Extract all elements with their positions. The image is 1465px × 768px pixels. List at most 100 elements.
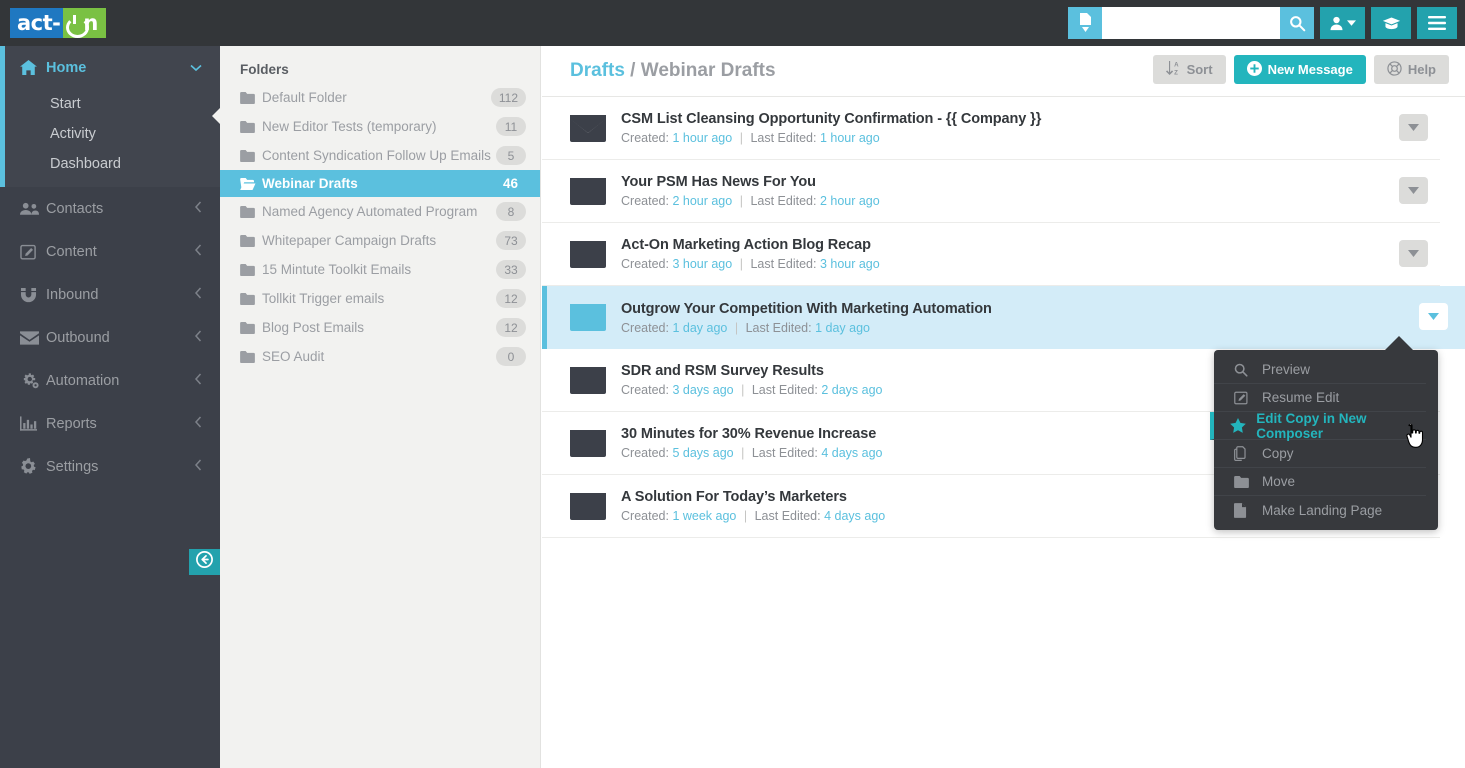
context-menu-item-move[interactable]: Move xyxy=(1214,468,1426,496)
sidebar-item-activity[interactable]: Activity xyxy=(5,119,220,149)
document-filter-icon[interactable] xyxy=(1068,7,1102,39)
sidebar-item-automation[interactable]: Automation xyxy=(0,359,220,402)
last-edited-label: Last Edited: xyxy=(754,509,821,523)
folder-count-badge: 12 xyxy=(496,318,526,337)
created-time: 1 hour ago xyxy=(672,131,733,145)
power-symbol-icon xyxy=(66,14,90,38)
sidebar-sub-label: Activity xyxy=(50,126,96,142)
context-menu-item-make-landing-page[interactable]: Make Landing Page xyxy=(1214,496,1426,524)
context-menu-item-resume-edit[interactable]: Resume Edit xyxy=(1214,384,1426,412)
context-menu-item-edit-copy-new-composer[interactable]: Edit Copy in New Composer xyxy=(1210,411,1426,441)
sidebar-sub-label: Dashboard xyxy=(50,156,121,172)
breadcrumb-root[interactable]: Drafts xyxy=(570,60,625,81)
message-row[interactable]: Your PSM Has News For You Created: 2 hou… xyxy=(542,160,1440,223)
sidebar-item-start[interactable]: Start xyxy=(5,89,220,119)
message-text: Outgrow Your Competition With Marketing … xyxy=(621,301,1465,335)
act-on-logo[interactable]: act- n xyxy=(10,8,106,38)
created-label: Created: xyxy=(621,194,669,208)
sort-button-label: Sort xyxy=(1186,62,1213,77)
folder-item-blog-post-emails[interactable]: Blog Post Emails 12 xyxy=(220,313,540,342)
gears-icon xyxy=(20,372,46,389)
message-text: Your PSM Has News For You Created: 2 hou… xyxy=(621,174,1440,208)
context-menu-item-copy[interactable]: Copy xyxy=(1214,440,1426,468)
folders-panel-title: Folders xyxy=(240,62,289,77)
envelope-icon xyxy=(570,429,606,457)
lifebuoy-icon xyxy=(1387,60,1402,79)
folder-name: Tollkit Trigger emails xyxy=(262,291,385,306)
folder-count-badge: 11 xyxy=(496,117,526,136)
training-button[interactable] xyxy=(1371,7,1411,39)
new-message-button[interactable]: New Message xyxy=(1233,55,1366,84)
gear-icon xyxy=(20,458,46,475)
folder-item-new-editor-tests[interactable]: New Editor Tests (temporary) 11 xyxy=(220,112,540,141)
message-meta: Created: 3 hour ago | Last Edited: 3 hou… xyxy=(621,257,1440,271)
sidebar-item-home[interactable]: Home xyxy=(5,46,220,89)
folder-item-default-folder[interactable]: Default Folder 112 xyxy=(220,83,540,112)
topbar-right-controls xyxy=(1068,7,1457,39)
folder-name: SEO Audit xyxy=(262,349,325,364)
folder-item-whitepaper-campaign[interactable]: Whitepaper Campaign Drafts 73 xyxy=(220,226,540,255)
meta-separator: | xyxy=(741,383,745,397)
help-button[interactable]: Help xyxy=(1373,55,1449,84)
message-actions-button[interactable] xyxy=(1399,114,1428,141)
context-menu-item-preview[interactable]: Preview xyxy=(1214,356,1426,384)
folder-icon xyxy=(240,120,262,133)
folder-item-seo-audit[interactable]: SEO Audit 0 xyxy=(220,342,540,371)
folders-panel: Folders Default Folder 112 New Editor Te… xyxy=(220,46,541,768)
last-edited-time: 2 hour ago xyxy=(819,194,880,208)
sidebar-item-label: Automation xyxy=(46,372,120,389)
meta-separator: | xyxy=(741,446,745,460)
created-label: Created: xyxy=(621,446,669,460)
sidebar-item-contacts[interactable]: Contacts xyxy=(0,187,220,230)
last-edited-time: 4 days ago xyxy=(824,509,886,523)
svg-text:A: A xyxy=(1174,62,1179,69)
message-actions-button[interactable] xyxy=(1399,240,1428,267)
meta-separator: | xyxy=(734,320,739,335)
message-actions-button[interactable] xyxy=(1399,177,1428,204)
folder-item-content-syndication[interactable]: Content Syndication Follow Up Emails 5 xyxy=(220,141,540,170)
folder-item-named-agency[interactable]: Named Agency Automated Program 8 xyxy=(220,197,540,226)
folder-item-15-minute-toolkit[interactable]: 15 Mintute Toolkit Emails 33 xyxy=(220,255,540,284)
search-input[interactable] xyxy=(1102,7,1280,39)
sidebar-item-reports[interactable]: Reports xyxy=(0,402,220,445)
chevron-down-icon xyxy=(1428,312,1439,320)
context-menu-pointer xyxy=(1384,336,1414,351)
created-time: 3 days ago xyxy=(672,383,734,397)
folder-item-tollkit-trigger[interactable]: Tollkit Trigger emails 12 xyxy=(220,284,540,313)
message-row[interactable]: Act-On Marketing Action Blog Recap Creat… xyxy=(542,223,1440,286)
search-icon[interactable] xyxy=(1280,7,1314,39)
last-edited-label: Last Edited: xyxy=(751,446,818,460)
sidebar-item-content[interactable]: Content xyxy=(0,230,220,273)
message-meta: Created: 1 hour ago | Last Edited: 1 hou… xyxy=(621,131,1440,145)
last-edited-time: 3 hour ago xyxy=(819,257,880,271)
hamburger-menu-button[interactable] xyxy=(1417,7,1457,39)
sidebar-item-settings[interactable]: Settings xyxy=(0,445,220,488)
created-time: 3 hour ago xyxy=(672,257,733,271)
user-menu-button[interactable] xyxy=(1320,7,1365,39)
message-row[interactable]: CSM List Cleansing Opportunity Confirmat… xyxy=(542,97,1440,160)
folder-open-icon xyxy=(240,177,262,190)
message-row-selected[interactable]: Outgrow Your Competition With Marketing … xyxy=(542,286,1465,349)
sidebar-item-dashboard[interactable]: Dashboard xyxy=(5,149,220,179)
folder-icon xyxy=(240,234,262,247)
sidebar-item-outbound[interactable]: Outbound xyxy=(0,316,220,359)
folder-name: 15 Mintute Toolkit Emails xyxy=(262,262,412,277)
message-text: Act-On Marketing Action Blog Recap Creat… xyxy=(621,237,1440,271)
sidebar-item-inbound[interactable]: Inbound xyxy=(0,273,220,316)
magnet-icon xyxy=(20,287,46,303)
sidebar-collapse-button[interactable] xyxy=(189,549,220,575)
message-title: CSM List Cleansing Opportunity Confirmat… xyxy=(621,111,1042,127)
chevron-left-icon xyxy=(194,244,202,259)
sort-button[interactable]: AZ Sort xyxy=(1152,55,1226,84)
last-edited-label: Last Edited: xyxy=(750,257,817,271)
folder-icon xyxy=(240,205,262,218)
sidebar-item-label: Inbound xyxy=(46,286,99,303)
chevron-left-icon xyxy=(194,287,202,302)
message-actions-button-active[interactable] xyxy=(1419,303,1448,330)
created-time: 1 week ago xyxy=(672,509,737,523)
meta-separator: | xyxy=(743,509,748,523)
last-edited-time: 4 days ago xyxy=(821,446,883,460)
users-icon xyxy=(20,202,46,216)
message-title: Your PSM Has News For You xyxy=(621,174,816,190)
folder-item-webinar-drafts[interactable]: Webinar Drafts 46 xyxy=(220,170,540,197)
